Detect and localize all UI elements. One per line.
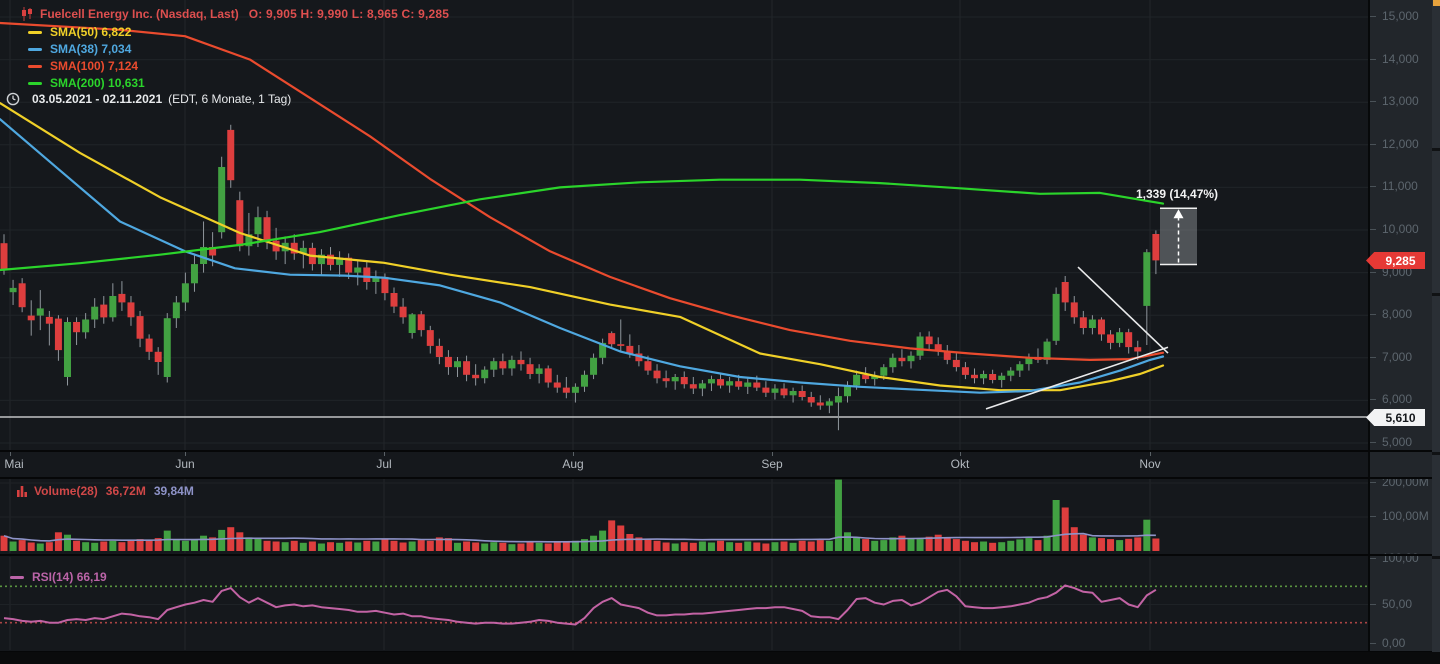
price-axis-label: 5,000 — [1382, 435, 1412, 449]
indicator-legend-sma38[interactable]: SMA(38) 7,034 — [28, 41, 131, 57]
sma200-swatch-icon — [28, 82, 42, 85]
scrollbar-accent-icon — [1433, 0, 1440, 6]
month-axis-label: Jul — [376, 457, 391, 471]
volume-ma-value: 39,84M — [154, 483, 194, 499]
clock-icon — [6, 92, 20, 106]
sma100-value: 7,124 — [108, 58, 138, 74]
instrument-title-row[interactable]: Fuelcell Energy Inc. (Nasdaq, Last) O: 9… — [20, 6, 449, 22]
axis-tick — [1370, 643, 1376, 644]
axis-tick — [1370, 186, 1376, 187]
indicator-legend-sma50[interactable]: SMA(50) 6,822 — [28, 24, 131, 40]
month-axis-label: Nov — [1139, 457, 1160, 471]
axis-tick — [1370, 59, 1376, 60]
volume-axis-label: 100,00M — [1382, 509, 1429, 523]
panel-separator — [0, 477, 1440, 479]
candles-layer — [1, 125, 1160, 430]
sma100-label: SMA(100) — [50, 58, 105, 74]
sma38-value: 7,034 — [101, 41, 131, 57]
sma38-swatch-icon — [28, 48, 42, 51]
date-range-row[interactable]: 03.05.2021 - 02.11.2021 (EDT, 6 Monate, … — [6, 91, 291, 107]
price-axis-label: 8,000 — [1382, 307, 1412, 321]
volume-last-value: 36,72M — [106, 483, 146, 499]
price-axis-label: 11,000 — [1382, 179, 1418, 193]
rsi-label: RSI(14) — [32, 569, 73, 585]
axis-tick — [1370, 357, 1376, 358]
date-range: 03.05.2021 - 02.11.2021 — [32, 91, 162, 107]
axis-tick — [1370, 314, 1376, 315]
date-range-detail: (EDT, 6 Monate, 1 Tag) — [168, 91, 291, 107]
scrollbar-gap — [1432, 452, 1440, 455]
month-axis-label: Mai — [4, 457, 23, 471]
month-axis-label: Jun — [175, 457, 194, 471]
scrollbar-gap — [1432, 148, 1440, 151]
trading-chart-window: 15,00014,00013,00012,00011,00010,0009,00… — [0, 0, 1440, 664]
axis-tick — [1370, 272, 1376, 273]
volume-label: Volume(28) — [34, 483, 98, 499]
axis-tick — [1370, 101, 1376, 102]
sma50-value: 6,822 — [101, 24, 131, 40]
price-axis-label: 15,000 — [1382, 9, 1419, 23]
axis-tick — [1370, 604, 1376, 605]
axis-tick — [1370, 482, 1376, 483]
price-axis-label: 14,000 — [1382, 52, 1419, 66]
panel-separator — [0, 450, 1440, 452]
month-axis-label: Okt — [951, 457, 970, 471]
volume-legend-row[interactable]: Volume(28) 36,72M 39,84M — [16, 483, 194, 499]
price-axis-label: 12,000 — [1382, 137, 1419, 151]
bottom-strip — [0, 652, 1440, 664]
measure-tool — [1160, 208, 1197, 264]
sma50-label: SMA(50) — [50, 24, 98, 40]
axis-tick — [1370, 144, 1376, 145]
rsi-swatch-icon — [10, 576, 24, 579]
measure-annotation-label[interactable]: 1,339 (14,47%) — [1136, 187, 1218, 201]
axis-tick — [1370, 516, 1376, 517]
scrollbar-gap — [1432, 556, 1440, 559]
price-axis-label: 6,000 — [1382, 392, 1412, 406]
sma100-swatch-icon — [28, 65, 42, 68]
support-price-tag[interactable]: 5,610 — [1366, 409, 1425, 426]
price-axis-label: 7,000 — [1382, 350, 1412, 364]
price-axis-label: 13,000 — [1382, 94, 1419, 108]
axis-tick — [1370, 399, 1376, 400]
axis-tick — [1370, 229, 1376, 230]
SMA(200)-line — [0, 180, 1163, 270]
rsi-value: 66,19 — [77, 569, 107, 585]
price-axis-label: 10,000 — [1382, 222, 1419, 236]
rsi-legend-row[interactable]: RSI(14) 66,19 — [10, 569, 107, 585]
volume-bars-icon — [16, 485, 28, 497]
scrollbar[interactable] — [1432, 0, 1440, 652]
scrollbar-gap — [1432, 293, 1440, 296]
axis-tick — [1370, 442, 1376, 443]
sma200-label: SMA(200) — [50, 75, 105, 91]
axis-tick — [1370, 16, 1376, 17]
sma50-swatch-icon — [28, 31, 42, 34]
month-axis-label: Aug — [562, 457, 583, 471]
instrument-name: Fuelcell Energy Inc. (Nasdaq, Last) — [40, 6, 239, 22]
month-axis-label: Sep — [761, 457, 782, 471]
last-price-tag: 9,285 — [1366, 252, 1425, 269]
panel-separator — [0, 554, 1440, 556]
ohlc-values: O: 9,905 H: 9,990 L: 8,965 C: 9,285 — [249, 6, 449, 22]
indicator-legend-sma200[interactable]: SMA(200) 10,631 — [28, 75, 145, 91]
sma200-value: 10,631 — [108, 75, 145, 91]
SMA(38)-line — [0, 119, 1163, 393]
axis-tick — [1370, 558, 1376, 559]
candlestick-icon — [20, 7, 34, 21]
rsi-axis-label: 50,00 — [1382, 597, 1412, 611]
indicator-legend-sma100[interactable]: SMA(100) 7,124 — [28, 58, 138, 74]
rsi-axis-label: 0,00 — [1382, 636, 1405, 650]
sma38-label: SMA(38) — [50, 41, 98, 57]
